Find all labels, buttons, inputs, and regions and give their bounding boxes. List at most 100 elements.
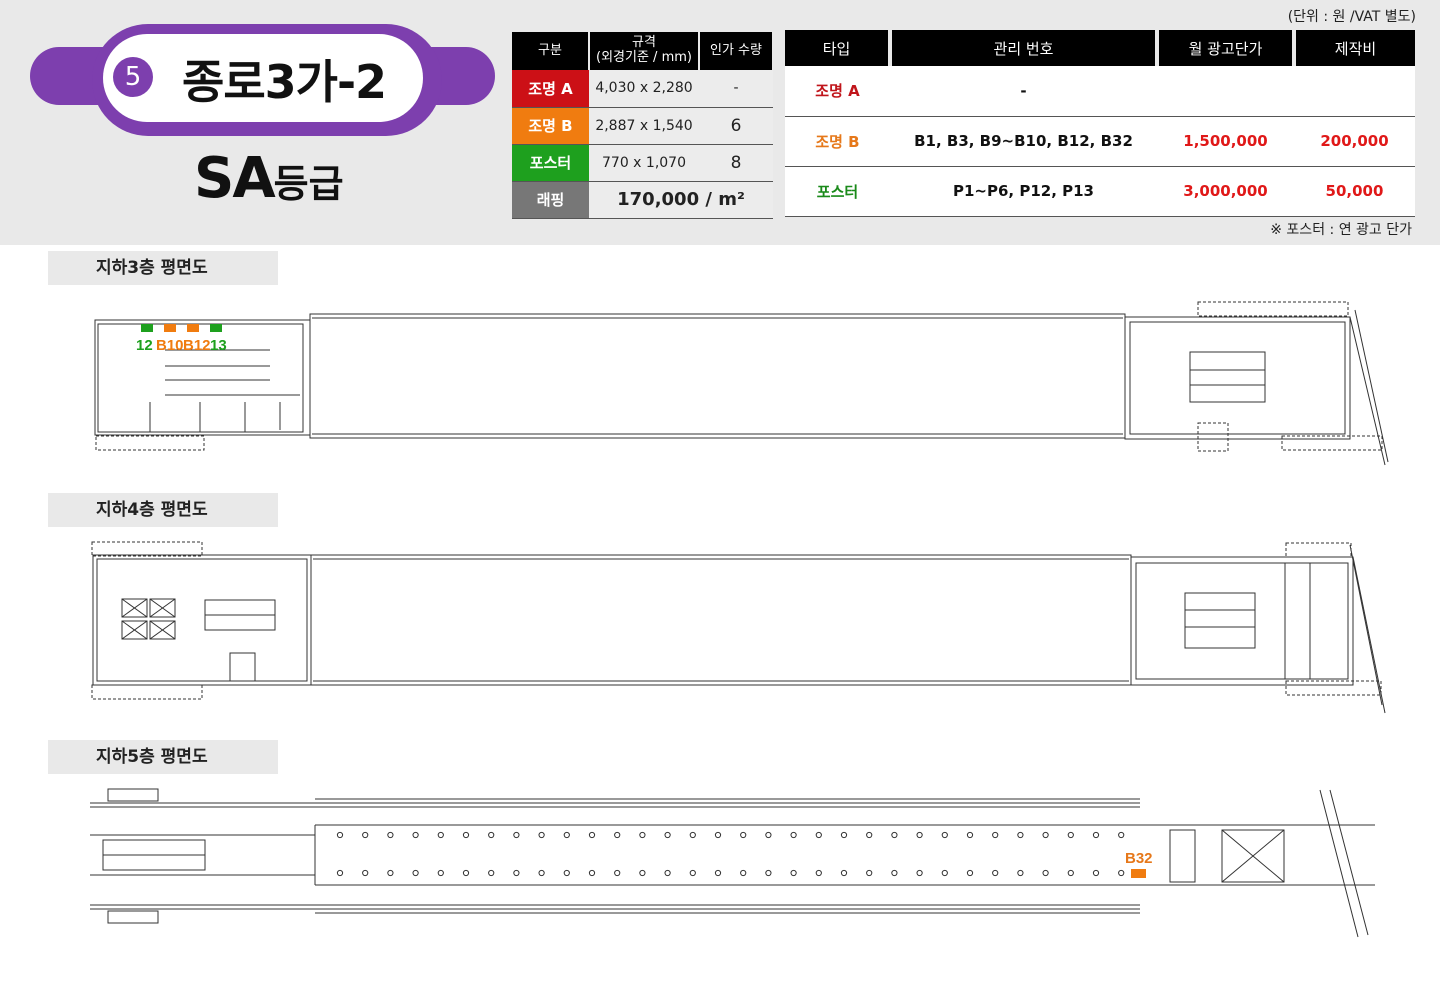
price-type-light-a: 조명 A <box>785 66 890 117</box>
spec-category-poster: 포스터 <box>512 144 589 182</box>
spec-header-row: 구분 규격 (외경기준 / mm) 인가 수량 <box>512 32 774 70</box>
price-header-monthly: 월 광고단가 <box>1157 30 1296 66</box>
spec-qty: - <box>699 70 773 108</box>
spec-header-size-sub: (외경기준 / mm) <box>596 50 692 65</box>
column-dot <box>941 869 948 877</box>
column-dot <box>1092 831 1100 839</box>
marker-b32-swatch <box>1131 869 1146 878</box>
column-dot <box>790 831 797 839</box>
station-name: 종로3가-2 <box>182 55 387 109</box>
marker-b32-label: B32 <box>1125 850 1153 867</box>
column-dot <box>563 831 570 839</box>
price-monthly: 3,000,000 <box>1157 166 1294 217</box>
price-ids: P1~P6, P12, P13 <box>890 166 1157 217</box>
wrapping-price: 170,000 / m² <box>589 181 773 219</box>
b4-concourse <box>310 554 1132 686</box>
price-row: 포스터 P1~P6, P12, P13 3,000,000 50,000 <box>785 166 1415 217</box>
column-dot <box>336 831 344 839</box>
column-dot <box>916 869 923 877</box>
marker-b10-swatch <box>164 324 176 332</box>
spec-header-qty: 인가 수량 <box>699 32 774 70</box>
column-dot <box>437 869 444 877</box>
column-dot <box>790 869 797 877</box>
column-dot <box>462 831 470 839</box>
floor-plan-b3-drawing: 12 B10 B12 13 <box>94 301 1389 466</box>
price-production: 50,000 <box>1294 166 1415 217</box>
column-dot <box>891 869 898 877</box>
column-dot <box>966 831 974 839</box>
column-dot <box>538 831 545 839</box>
column-dot <box>588 831 596 839</box>
spec-row: 조명 B 2,887 x 1,540 6 <box>512 107 773 145</box>
column-dot <box>538 869 545 877</box>
column-dot <box>639 869 646 877</box>
column-dot <box>740 831 747 839</box>
marker-12-swatch <box>141 324 153 332</box>
column-dot <box>1118 869 1125 877</box>
price-ids: - <box>890 66 1157 117</box>
column-dot <box>992 831 999 839</box>
price-header-production: 제작비 <box>1294 30 1415 66</box>
spec-qty: 8 <box>699 144 773 182</box>
price-table: 타입 관리 번호 월 광고단가 제작비 조명 A - 조명 B B1, B3, … <box>785 30 1415 217</box>
b5-column-row <box>336 831 1125 877</box>
floor-plan-b5-drawing: B32 <box>90 788 1375 938</box>
floor-plan-b5: B32 <box>0 785 1440 945</box>
footnote: ※ 포스터 : 연 광고 단가 <box>1270 222 1412 238</box>
grade-value: SA <box>194 146 276 211</box>
b4-left-block <box>92 554 312 686</box>
column-dot <box>1017 869 1024 877</box>
column-dot <box>362 831 369 839</box>
marker-13-swatch <box>210 324 222 332</box>
column-dot <box>664 869 671 877</box>
floor-plan-b4-drawing <box>91 541 1386 714</box>
spec-header-category: 구분 <box>512 32 590 70</box>
price-row: 조명 A - <box>785 66 1415 117</box>
column-dot <box>513 869 520 877</box>
column-dot <box>1067 869 1074 877</box>
column-dot <box>387 831 394 839</box>
marker-b12-swatch <box>187 324 199 332</box>
column-dot <box>840 869 848 877</box>
column-dot <box>916 831 923 839</box>
spec-size: 4,030 x 2,280 <box>589 70 699 108</box>
price-production <box>1294 66 1415 117</box>
column-dot <box>1092 869 1100 877</box>
column-dot <box>462 869 470 877</box>
price-type-poster: 포스터 <box>785 166 890 217</box>
column-dot <box>765 831 772 839</box>
column-dot <box>1118 831 1125 839</box>
floor-label-b4: 지하4층 평면도 <box>48 493 278 527</box>
column-dot <box>639 831 646 839</box>
column-dot <box>488 831 495 839</box>
floor-label-b3: 지하3층 평면도 <box>48 251 278 285</box>
column-dot <box>614 831 621 839</box>
floor-plan-b4 <box>0 535 1440 720</box>
spec-size: 2,887 x 1,540 <box>589 107 699 145</box>
price-production: 200,000 <box>1294 116 1415 167</box>
column-dot <box>1042 869 1049 877</box>
spec-row: 조명 A 4,030 x 2,280 - <box>512 70 773 108</box>
column-dot <box>336 869 344 877</box>
column-dot <box>714 869 722 877</box>
spec-size: 770 x 1,070 <box>589 144 699 182</box>
spec-row: 포스터 770 x 1,070 8 <box>512 144 773 182</box>
floor-label-b5: 지하5층 평면도 <box>48 740 278 774</box>
column-dot <box>488 869 495 877</box>
column-dot <box>412 831 419 839</box>
grade-suffix: 등급 <box>273 162 344 206</box>
price-ids: B1, B3, B9~B10, B12, B32 <box>890 116 1157 167</box>
column-dot <box>614 869 621 877</box>
column-dot <box>891 831 898 839</box>
column-dot <box>387 869 394 877</box>
marker-12-label: 12 <box>136 337 153 354</box>
price-row: 조명 B B1, B3, B9~B10, B12, B32 1,500,000 … <box>785 116 1415 167</box>
spec-category-light-a: 조명 A <box>512 70 589 108</box>
column-dot <box>840 831 848 839</box>
spec-category-light-b: 조명 B <box>512 107 589 145</box>
price-header-ids: 관리 번호 <box>890 30 1159 66</box>
column-dot <box>437 831 444 839</box>
marker-b10-label: B10 <box>156 337 184 354</box>
column-dot <box>1017 831 1024 839</box>
column-dot <box>588 869 596 877</box>
